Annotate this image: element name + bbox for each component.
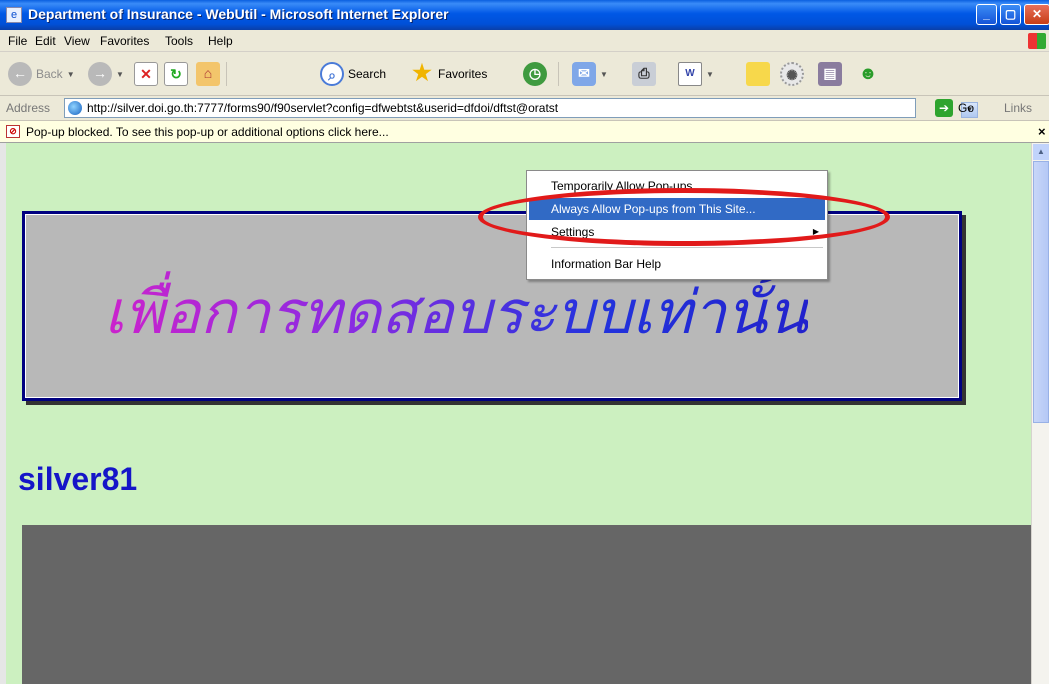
page-icon (68, 101, 82, 115)
search-label: Search (348, 67, 387, 81)
vertical-scrollbar[interactable]: ▲ (1031, 143, 1049, 684)
address-url[interactable]: http://silver.doi.go.th:7777/forms90/f90… (87, 101, 558, 115)
mail-button[interactable]: ✉ ▼ (572, 60, 608, 88)
menu-file[interactable]: File (8, 34, 27, 48)
refresh-icon: ↻ (164, 62, 188, 86)
links-button[interactable]: Links (1004, 101, 1032, 115)
stop-icon: ✕ (134, 62, 158, 86)
print-icon: ⎙ (632, 62, 656, 86)
favorites-button[interactable]: ★ Favorites (410, 60, 487, 88)
popup-blocked-icon: ⊘ (6, 125, 20, 138)
window-title: Department of Insurance - WebUtil - Micr… (28, 6, 449, 22)
media-icon: ▤ (818, 62, 842, 86)
address-input[interactable]: http://silver.doi.go.th:7777/forms90/f90… (64, 98, 978, 118)
history-icon: ◷ (523, 62, 547, 86)
menu-tools[interactable]: Tools (165, 34, 193, 48)
back-arrow-icon: ← (8, 62, 32, 86)
messenger-icon: ☻ (858, 63, 878, 83)
menu-edit[interactable]: Edit (35, 34, 56, 48)
home-icon: ⌂ (196, 62, 220, 86)
menu-help[interactable]: Help (208, 34, 233, 48)
refresh-button[interactable]: ↻ (164, 60, 188, 88)
highlight-ellipse (478, 188, 890, 246)
server-hostname: silver81 (18, 461, 138, 497)
toolbar-separator (226, 62, 227, 86)
edit-dropdown-icon[interactable]: ▼ (706, 70, 714, 79)
search-button[interactable]: ⌕ Search (320, 60, 386, 88)
minimize-button[interactable]: _ (976, 4, 997, 25)
discuss-button[interactable] (746, 60, 770, 88)
forward-button[interactable]: → ▼ (88, 60, 124, 88)
menu-bar: File Edit View Favorites Tools Help (0, 30, 1049, 52)
forward-dropdown-icon[interactable]: ▼ (116, 70, 124, 79)
menu-view[interactable]: View (64, 34, 90, 48)
mail-icon: ✉ (572, 62, 596, 86)
forms-applet-area[interactable] (22, 525, 1031, 684)
messenger-button[interactable]: ☻ (856, 60, 880, 88)
toolbar: ← Back ▼ → ▼ ✕ ↻ ⌂ ⌕ Search ★ Favorites … (0, 52, 1049, 96)
mail-dropdown-icon[interactable]: ▼ (600, 70, 608, 79)
close-window-button[interactable]: ✕ (1024, 4, 1049, 25)
forward-arrow-icon: → (88, 62, 112, 86)
address-label: Address (6, 101, 51, 115)
back-dropdown-icon[interactable]: ▼ (67, 70, 75, 79)
search-icon: ⌕ (320, 62, 344, 86)
print-button[interactable]: ⎙ (632, 60, 656, 88)
word-edit-icon: W (678, 62, 702, 86)
favorites-star-icon: ★ (412, 60, 432, 85)
popup-information-bar[interactable]: ⊘ Pop-up blocked. To see this pop-up or … (0, 121, 1049, 143)
windows-logo-icon (1028, 33, 1046, 49)
maximize-button[interactable]: ▢ (1000, 4, 1021, 25)
menu-separator (551, 247, 823, 248)
toolbar-separator (558, 62, 559, 86)
research-button[interactable]: ✺ (780, 60, 804, 88)
history-button[interactable]: ◷ (523, 60, 547, 88)
infobar-message[interactable]: Pop-up blocked. To see this pop-up or ad… (26, 125, 389, 139)
home-button[interactable]: ⌂ (196, 60, 220, 88)
favorites-label: Favorites (438, 67, 488, 81)
menu-favorites[interactable]: Favorites (100, 34, 149, 48)
stop-button[interactable]: ✕ (134, 60, 158, 88)
title-bar[interactable]: e Department of Insurance - WebUtil - Mi… (0, 0, 1049, 30)
go-arrow-icon[interactable]: ➔ (935, 99, 953, 117)
scroll-up-icon[interactable]: ▲ (1033, 144, 1049, 160)
address-bar: Address http://silver.doi.go.th:7777/for… (0, 96, 1049, 121)
page-left-border (0, 143, 6, 684)
back-button[interactable]: ← Back ▼ (8, 60, 75, 88)
back-label: Back (36, 67, 63, 81)
scroll-thumb[interactable] (1033, 161, 1049, 423)
infobar-close-icon[interactable]: × (1038, 124, 1046, 139)
note-icon (746, 62, 770, 86)
research-icon: ✺ (780, 62, 804, 86)
media-button[interactable]: ▤ (818, 60, 842, 88)
ie-window-icon[interactable]: e (6, 7, 22, 23)
go-button[interactable]: Go (958, 101, 974, 115)
edit-button[interactable]: W ▼ (678, 60, 714, 88)
menu-item-info-bar-help[interactable]: Information Bar Help (529, 253, 825, 275)
